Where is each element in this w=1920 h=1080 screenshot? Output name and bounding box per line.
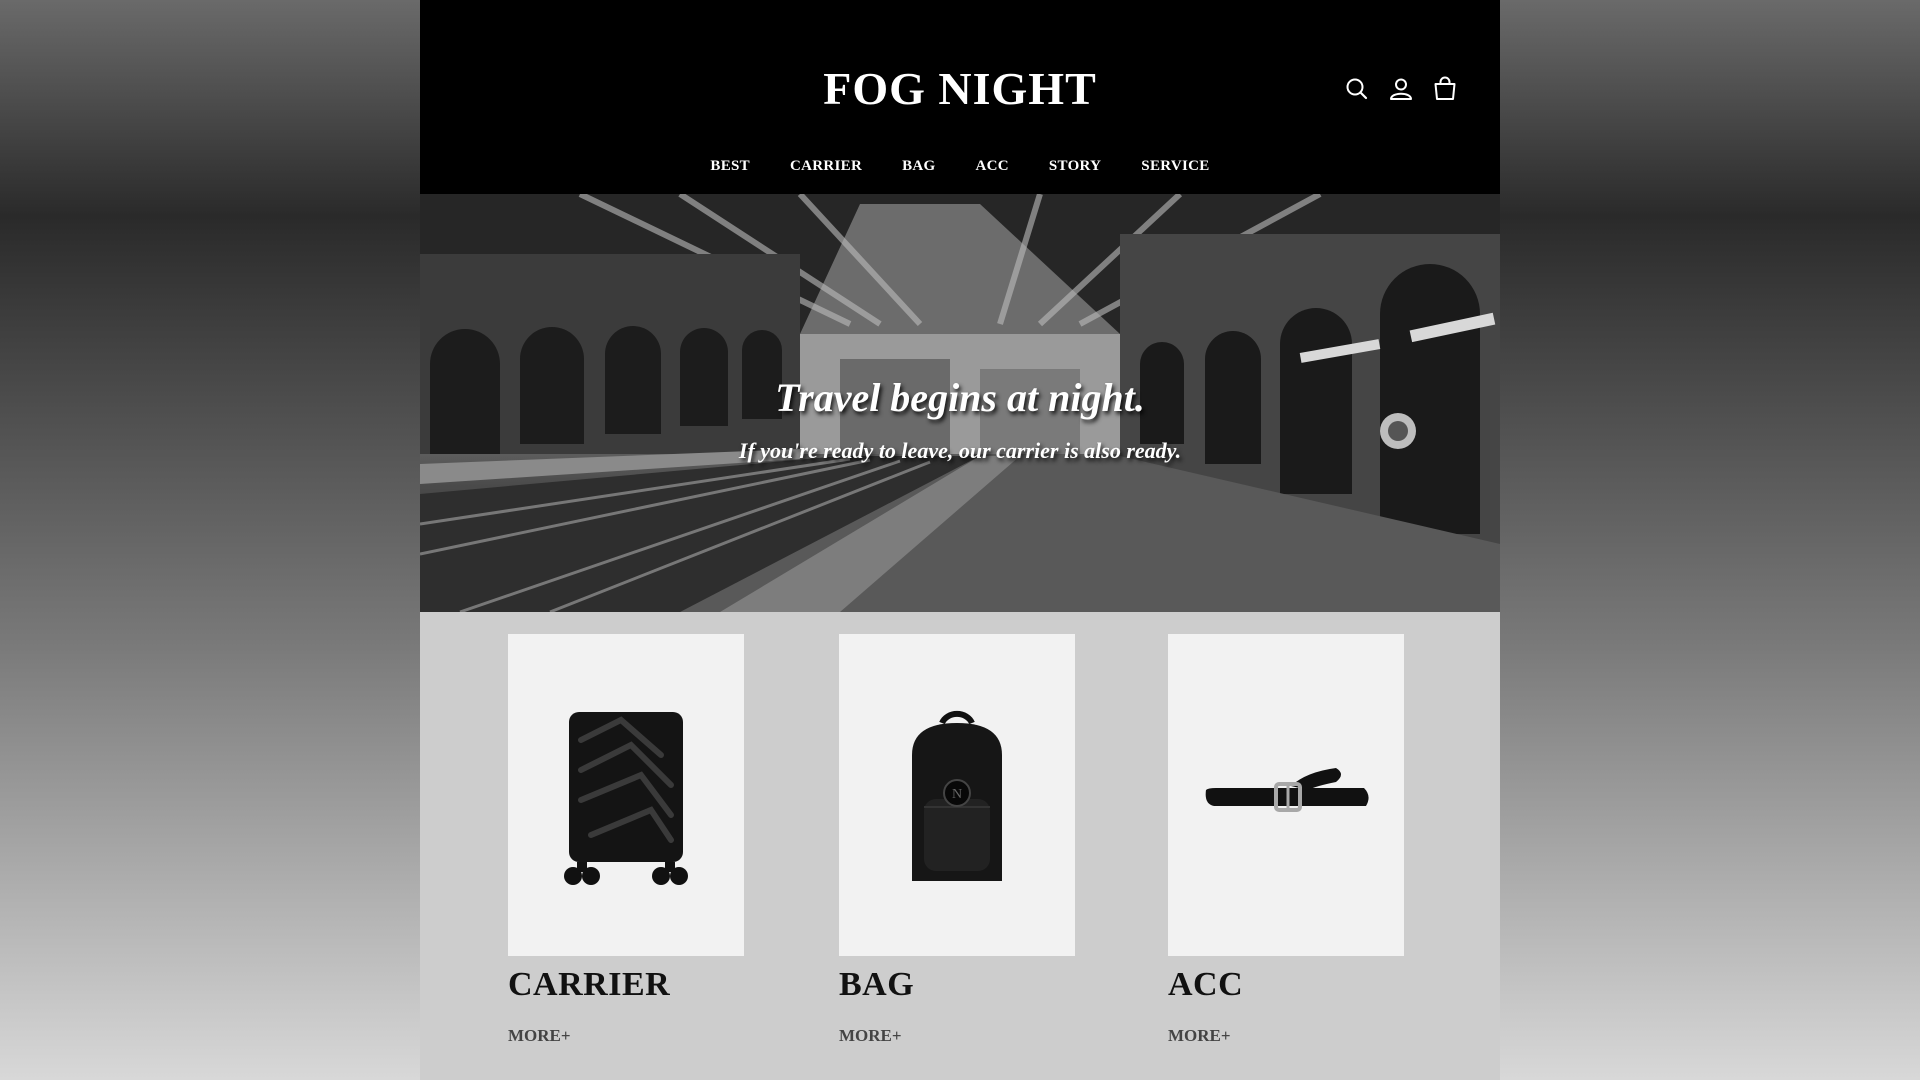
nav-item-best[interactable]: BEST — [710, 158, 750, 175]
more-link-acc[interactable]: MORE+ — [1168, 1026, 1231, 1046]
category-card-acc[interactable]: ACC MORE+ — [1168, 634, 1404, 1046]
suitcase-icon — [564, 712, 688, 885]
search-icon[interactable] — [1344, 76, 1370, 102]
carrier-image[interactable] — [508, 634, 744, 956]
website-page: FOG NIGHT BEST CARRIER BAG ACC STORY SER… — [420, 0, 1500, 1080]
category-title-bag[interactable]: BAG — [839, 966, 1075, 1004]
category-card-bag[interactable]: N BAG MORE+ — [839, 634, 1075, 1046]
svg-text:N: N — [952, 787, 962, 802]
hero-subtitle: If you're ready to leave, our carrier is… — [738, 438, 1182, 463]
backdrop-right — [1500, 0, 1920, 1080]
shopping-bag-icon[interactable] — [1432, 76, 1458, 102]
nav-item-acc[interactable]: ACC — [976, 158, 1009, 175]
category-title-carrier[interactable]: CARRIER — [508, 966, 744, 1004]
user-icon[interactable] — [1388, 76, 1414, 102]
backdrop-left — [0, 0, 420, 1080]
hero-title: Travel begins at night. — [775, 375, 1145, 420]
bag-image[interactable]: N — [839, 634, 1075, 956]
product-categories: CARRIER MORE+ N BAG MORE+ ACC MORE+ — [420, 612, 1500, 1080]
belt-icon — [1205, 768, 1369, 812]
nav-item-carrier[interactable]: CARRIER — [790, 158, 862, 175]
site-header: FOG NIGHT BEST CARRIER BAG ACC STORY SER… — [420, 0, 1500, 194]
more-link-bag[interactable]: MORE+ — [839, 1026, 902, 1046]
nav-item-bag[interactable]: BAG — [902, 158, 935, 175]
more-link-carrier[interactable]: MORE+ — [508, 1026, 571, 1046]
hero-banner: Travel begins at night. If you're ready … — [420, 194, 1500, 612]
backpack-icon: N — [912, 710, 1002, 881]
category-title-acc[interactable]: ACC — [1168, 966, 1404, 1004]
nav-item-service[interactable]: SERVICE — [1141, 158, 1209, 175]
category-card-carrier[interactable]: CARRIER MORE+ — [508, 634, 744, 1046]
acc-image[interactable] — [1168, 634, 1404, 956]
main-nav: BEST CARRIER BAG ACC STORY SERVICE — [420, 158, 1500, 175]
header-icons — [1344, 76, 1458, 102]
nav-item-story[interactable]: STORY — [1049, 158, 1101, 175]
brand-logo[interactable]: FOG NIGHT — [420, 62, 1500, 115]
